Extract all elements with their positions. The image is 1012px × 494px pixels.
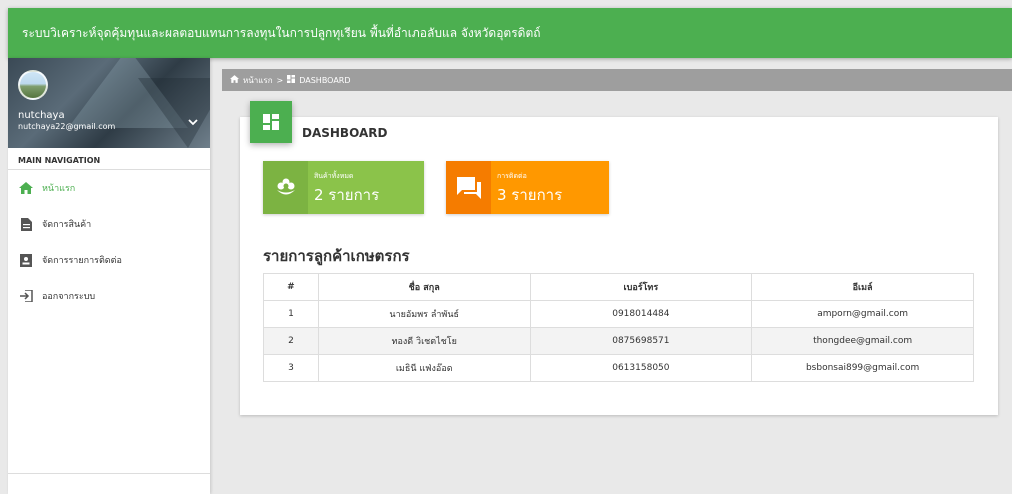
sidebar-item-logout[interactable]: ออกจากระบบ (8, 278, 210, 314)
nav-header: MAIN NAVIGATION (8, 148, 210, 170)
home-icon (18, 181, 34, 195)
cell-name: นายอัมพร ลำพันธ์ (317, 300, 531, 328)
column-header-number[interactable]: # (263, 273, 319, 301)
cell-email: bsbonsai899@gmail.com (751, 354, 974, 382)
sidebar-item-label: ออกจากระบบ (42, 292, 96, 302)
chevron-down-icon[interactable] (188, 118, 198, 129)
cell-email: amporn@gmail.com (751, 300, 974, 328)
sidebar-item-contacts[interactable]: จัดการรายการติดต่อ (8, 242, 210, 278)
cell-number: 1 (263, 300, 319, 328)
user-email: nutchaya22@gmail.com (18, 122, 116, 131)
section-title: รายการลูกค้าเกษตรกร (263, 247, 410, 265)
breadcrumb-current: DASHBOARD (299, 75, 351, 85)
box-label: การติดต่อ (497, 172, 527, 180)
table-row[interactable]: 3 เมธินี แฟ่งอ๊อด 0613158050 bsbonsai899… (263, 354, 974, 382)
contact-card-icon (18, 253, 34, 267)
contacts-info-box[interactable]: การติดต่อ 3 รายการ (446, 161, 609, 214)
cell-number: 2 (263, 327, 319, 355)
breadcrumb-separator: > (276, 75, 284, 85)
dashboard-icon (250, 101, 292, 143)
avatar[interactable] (18, 70, 48, 100)
sidebar: nutchaya nutchaya22@gmail.com MAIN NAVIG… (8, 58, 210, 494)
flower-icon (263, 161, 308, 214)
chat-icon (446, 161, 491, 214)
table-header-row: # ชื่อ สกุล เบอร์โทร อีเมล์ (263, 273, 974, 301)
cell-phone: 0613158050 (529, 354, 753, 382)
cell-name: เมธินี แฟ่งอ๊อด (317, 354, 531, 382)
box-label: สินค้าทั้งหมด (314, 172, 354, 180)
page-title: DASHBOARD (302, 126, 388, 140)
cell-number: 3 (263, 354, 319, 382)
sidebar-item-label: จัดการสินค้า (42, 220, 92, 230)
home-icon[interactable] (230, 75, 239, 85)
breadcrumb: หน้าแรก > DASHBOARD (222, 69, 1012, 91)
box-value: 2 รายการ (314, 186, 380, 204)
sidebar-divider (8, 473, 210, 474)
products-info-box[interactable]: สินค้าทั้งหมด 2 รายการ (263, 161, 424, 214)
dashboard-card: DASHBOARD สินค้าทั้งหมด 2 รายการ การติดต… (240, 101, 998, 415)
cell-phone: 0875698571 (529, 327, 753, 355)
app-title[interactable]: ระบบวิเคราะห์จุดคุ้มทุนและผลตอบแทนการลงท… (22, 24, 541, 43)
sidebar-item-label: จัดการรายการติดต่อ (42, 256, 122, 266)
breadcrumb-home[interactable]: หน้าแรก (243, 74, 273, 87)
cell-name: ทองดี วิเชตไชโย (317, 327, 531, 355)
column-header-phone[interactable]: เบอร์โทร (529, 273, 753, 301)
dashboard-icon (287, 75, 296, 85)
cell-phone: 0918014484 (529, 300, 753, 328)
sidebar-item-products[interactable]: จัดการสินค้า (8, 206, 210, 242)
box-value: 3 รายการ (497, 186, 563, 204)
user-name: nutchaya (18, 110, 65, 121)
document-icon (18, 217, 34, 231)
user-profile-panel: nutchaya nutchaya22@gmail.com (8, 58, 210, 148)
table-row[interactable]: 1 นายอัมพร ลำพันธ์ 0918014484 amporn@gma… (263, 300, 974, 328)
column-header-name[interactable]: ชื่อ สกุล (317, 273, 531, 301)
logout-icon (18, 289, 34, 303)
cell-email: thongdee@gmail.com (751, 327, 974, 355)
top-navbar: ระบบวิเคราะห์จุดคุ้มทุนและผลตอบแทนการลงท… (8, 8, 1012, 58)
customer-table: # ชื่อ สกุล เบอร์โทร อีเมล์ 1 นายอัมพร ล… (263, 273, 974, 382)
sidebar-item-home[interactable]: หน้าแรก (8, 170, 210, 206)
column-header-email[interactable]: อีเมล์ (751, 273, 974, 301)
sidebar-item-label: หน้าแรก (42, 184, 76, 194)
table-row[interactable]: 2 ทองดี วิเชตไชโย 0875698571 thongdee@gm… (263, 327, 974, 355)
